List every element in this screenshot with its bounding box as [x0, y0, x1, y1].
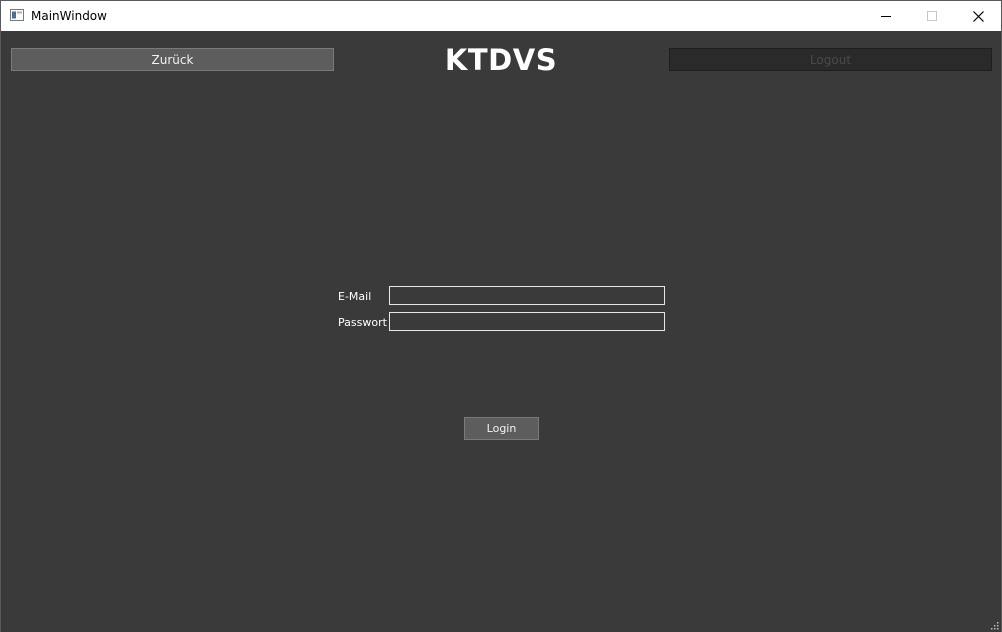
window-app-icon — [10, 9, 24, 21]
window-title: MainWindow — [31, 9, 107, 23]
close-button[interactable] — [955, 1, 1001, 31]
app-title: KTDVS — [444, 43, 558, 77]
client-area: Zurück KTDVS Logout E-Mail Passwort Logi… — [1, 31, 1001, 632]
resize-grip-icon[interactable] — [989, 620, 999, 630]
minimize-button[interactable] — [863, 1, 909, 31]
password-field[interactable] — [389, 312, 665, 331]
back-button[interactable]: Zurück — [11, 48, 334, 71]
email-field[interactable] — [389, 286, 665, 305]
login-button[interactable]: Login — [464, 417, 539, 440]
maximize-icon — [927, 11, 937, 21]
minimize-icon — [881, 16, 891, 17]
close-icon — [972, 10, 984, 22]
email-label: E-Mail — [338, 290, 372, 303]
password-label: Passwort — [338, 316, 387, 329]
maximize-button[interactable] — [909, 1, 955, 31]
logout-button[interactable]: Logout — [669, 48, 992, 71]
title-bar[interactable]: MainWindow — [1, 1, 1001, 31]
main-window: MainWindow Zurück KTDVS Logout E-Mail Pa… — [0, 0, 1002, 632]
